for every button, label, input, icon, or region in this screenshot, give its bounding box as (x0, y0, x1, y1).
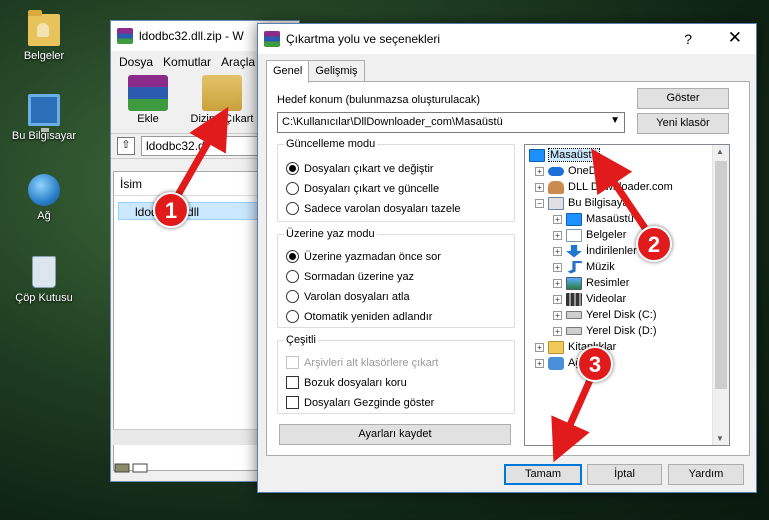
arrow-step-1 (174, 106, 229, 197)
step-badge-1: 1 (153, 192, 189, 228)
arrow-step-2 (591, 148, 648, 230)
step-badge-3: 3 (577, 346, 613, 382)
tab-general[interactable]: Genel (266, 60, 310, 83)
step-badge-2: 2 (636, 226, 672, 262)
arrow-step-3 (551, 378, 594, 463)
